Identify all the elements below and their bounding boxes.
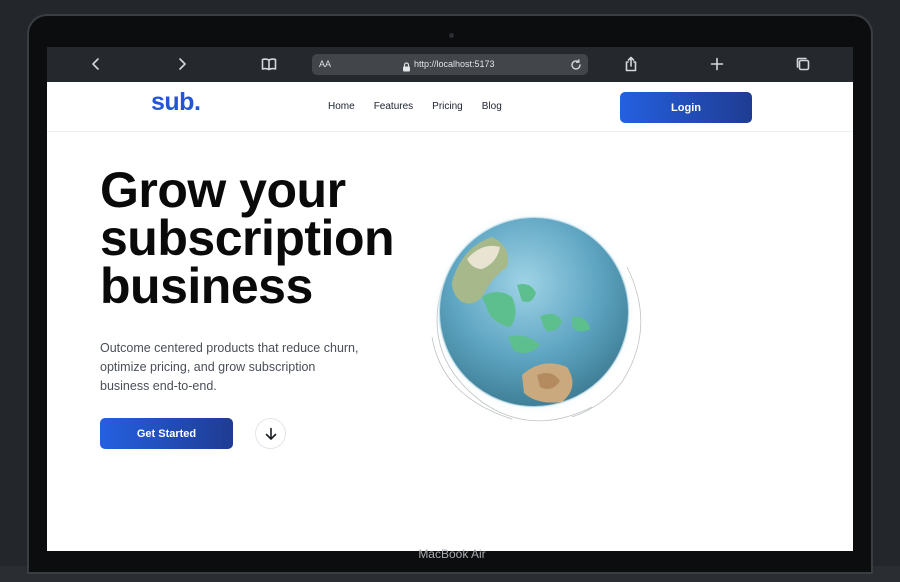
share-icon[interactable] <box>620 54 642 74</box>
reload-icon[interactable] <box>570 58 582 70</box>
book-icon[interactable] <box>258 54 280 74</box>
reader-aa-button[interactable]: AA <box>319 59 331 69</box>
tabs-icon[interactable] <box>792 54 814 74</box>
lock-icon <box>402 59 411 72</box>
back-icon[interactable] <box>85 54 107 74</box>
browser-screen: AA http://localhost:5173 sub. Home Featu… <box>47 47 853 551</box>
plus-icon[interactable] <box>706 54 728 74</box>
scroll-down-button[interactable] <box>255 418 286 449</box>
hero-subtitle: Outcome centered products that reduce ch… <box>100 341 359 393</box>
camera-icon <box>449 33 454 38</box>
nav-links: Home Features Pricing Blog <box>328 101 521 112</box>
url-text: http://localhost:5173 <box>414 59 495 69</box>
arrow-down-icon <box>265 427 276 440</box>
device-model-label: MacBook Air <box>418 547 486 561</box>
get-started-button[interactable]: Get Started <box>100 418 233 449</box>
nav-link-features[interactable]: Features <box>374 101 413 112</box>
forward-icon[interactable] <box>171 54 193 74</box>
site-logo[interactable]: sub. <box>151 88 201 117</box>
nav-link-pricing[interactable]: Pricing <box>432 101 463 112</box>
nav-link-blog[interactable]: Blog <box>482 101 502 112</box>
browser-toolbar: AA http://localhost:5173 <box>47 47 853 82</box>
globe-illustration <box>430 208 642 422</box>
laptop-frame: AA http://localhost:5173 sub. Home Featu… <box>27 14 873 574</box>
address-bar[interactable]: AA http://localhost:5173 <box>312 54 588 75</box>
site-navbar: sub. Home Features Pricing Blog Login <box>47 82 853 132</box>
nav-link-home[interactable]: Home <box>328 101 355 112</box>
login-button[interactable]: Login <box>620 92 752 123</box>
hero-title: Grow your subscription business <box>100 162 395 314</box>
